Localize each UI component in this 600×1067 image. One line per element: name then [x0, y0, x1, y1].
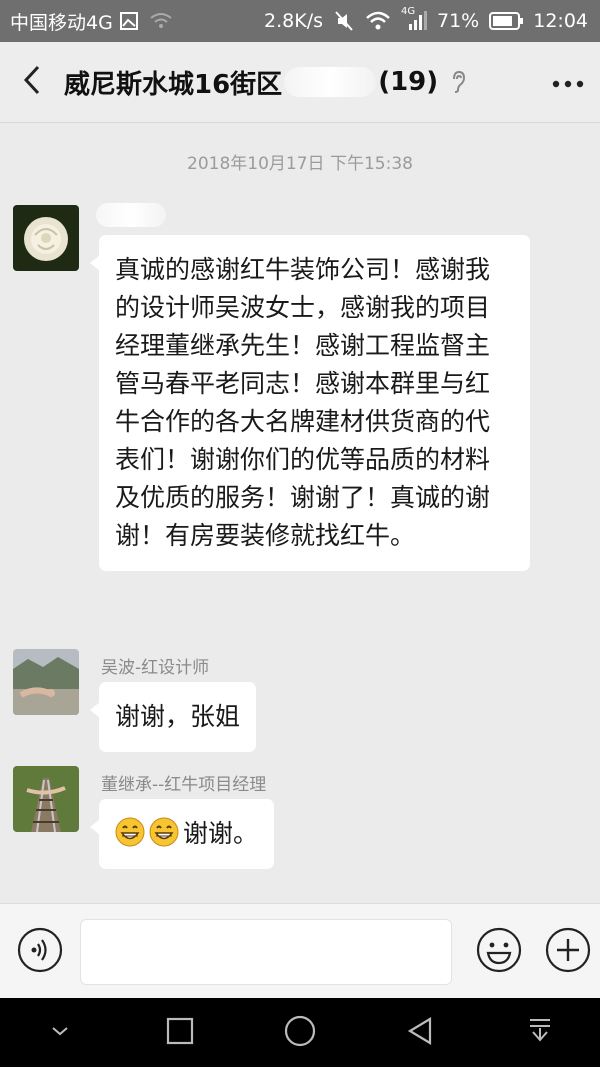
more-icon	[552, 73, 584, 92]
nav-recents-button[interactable]	[145, 998, 215, 1067]
pull-down-icon	[526, 1016, 554, 1050]
avatar[interactable]	[13, 205, 79, 271]
nav-home-button[interactable]	[265, 998, 335, 1067]
status-bar: 中国移动4G 2.8K/s 4G 71% 12:04	[0, 0, 600, 42]
chat-header: 威尼斯水城16街区 (19)	[0, 42, 600, 123]
chevron-down-icon	[50, 1023, 70, 1042]
group-name: 威尼斯水城16街区	[64, 69, 283, 100]
back-button[interactable]	[0, 42, 64, 122]
sender-name: 吴波-红设计师	[101, 658, 210, 678]
mute-icon	[333, 10, 355, 32]
sender-name-redacted	[96, 203, 166, 227]
more-functions-button[interactable]	[536, 927, 600, 977]
battery-percent: 71%	[437, 10, 480, 32]
network-speed: 2.8K/s	[264, 10, 323, 32]
triangle-back-icon	[404, 1015, 436, 1051]
message-text: 谢谢。	[183, 819, 259, 848]
nav-hide-button[interactable]	[25, 998, 95, 1067]
message-bubble[interactable]: 谢谢。	[89, 799, 275, 869]
wifi-icon	[365, 11, 391, 31]
member-count: (19)	[378, 67, 439, 97]
carrier-label: 中国移动4G	[10, 11, 113, 34]
wifi-hotspot-icon	[149, 12, 173, 30]
message-input[interactable]	[79, 918, 453, 985]
image-icon	[119, 11, 139, 31]
message-timestamp: 2018年10月17日 下午15:38	[187, 154, 413, 174]
input-bar	[0, 903, 600, 999]
voice-icon	[17, 927, 63, 977]
chat-title: 威尼斯水城16街区 (19)	[64, 64, 466, 101]
message-bubble[interactable]: 真诚的感谢红牛装饰公司！感谢我的设计师吴波女士，感谢我的项目经理董继承先生！感谢…	[90, 235, 530, 571]
message-bubble[interactable]: 谢谢，张姐	[89, 682, 257, 752]
redacted-blur	[284, 67, 377, 97]
chat-area[interactable]: 2018年10月17日 下午15:38 真诚的感谢红牛装饰公司！感谢我的设计师吴…	[0, 123, 600, 903]
nav-notification-button[interactable]	[505, 998, 575, 1067]
nav-back-button[interactable]	[385, 998, 455, 1067]
network-type: 4G	[401, 6, 416, 17]
emoji-button[interactable]	[462, 927, 536, 977]
clock: 12:04	[533, 10, 588, 32]
grin-emoji-icon	[115, 817, 145, 847]
emoji-icon	[476, 927, 522, 977]
back-icon	[22, 65, 42, 99]
square-icon	[165, 1016, 195, 1050]
voice-button[interactable]	[0, 927, 80, 977]
circle-icon	[283, 1014, 317, 1052]
plus-icon	[545, 927, 591, 977]
avatar[interactable]	[13, 649, 79, 715]
sender-name: 董继承--红牛项目经理	[101, 775, 267, 795]
grin-emoji-icon	[149, 817, 179, 847]
avatar[interactable]	[13, 766, 79, 832]
battery-icon	[489, 12, 524, 30]
ear-icon	[450, 70, 466, 94]
more-button[interactable]	[536, 42, 600, 122]
signal-icon: 4G	[401, 6, 427, 32]
system-nav-bar	[0, 998, 600, 1067]
